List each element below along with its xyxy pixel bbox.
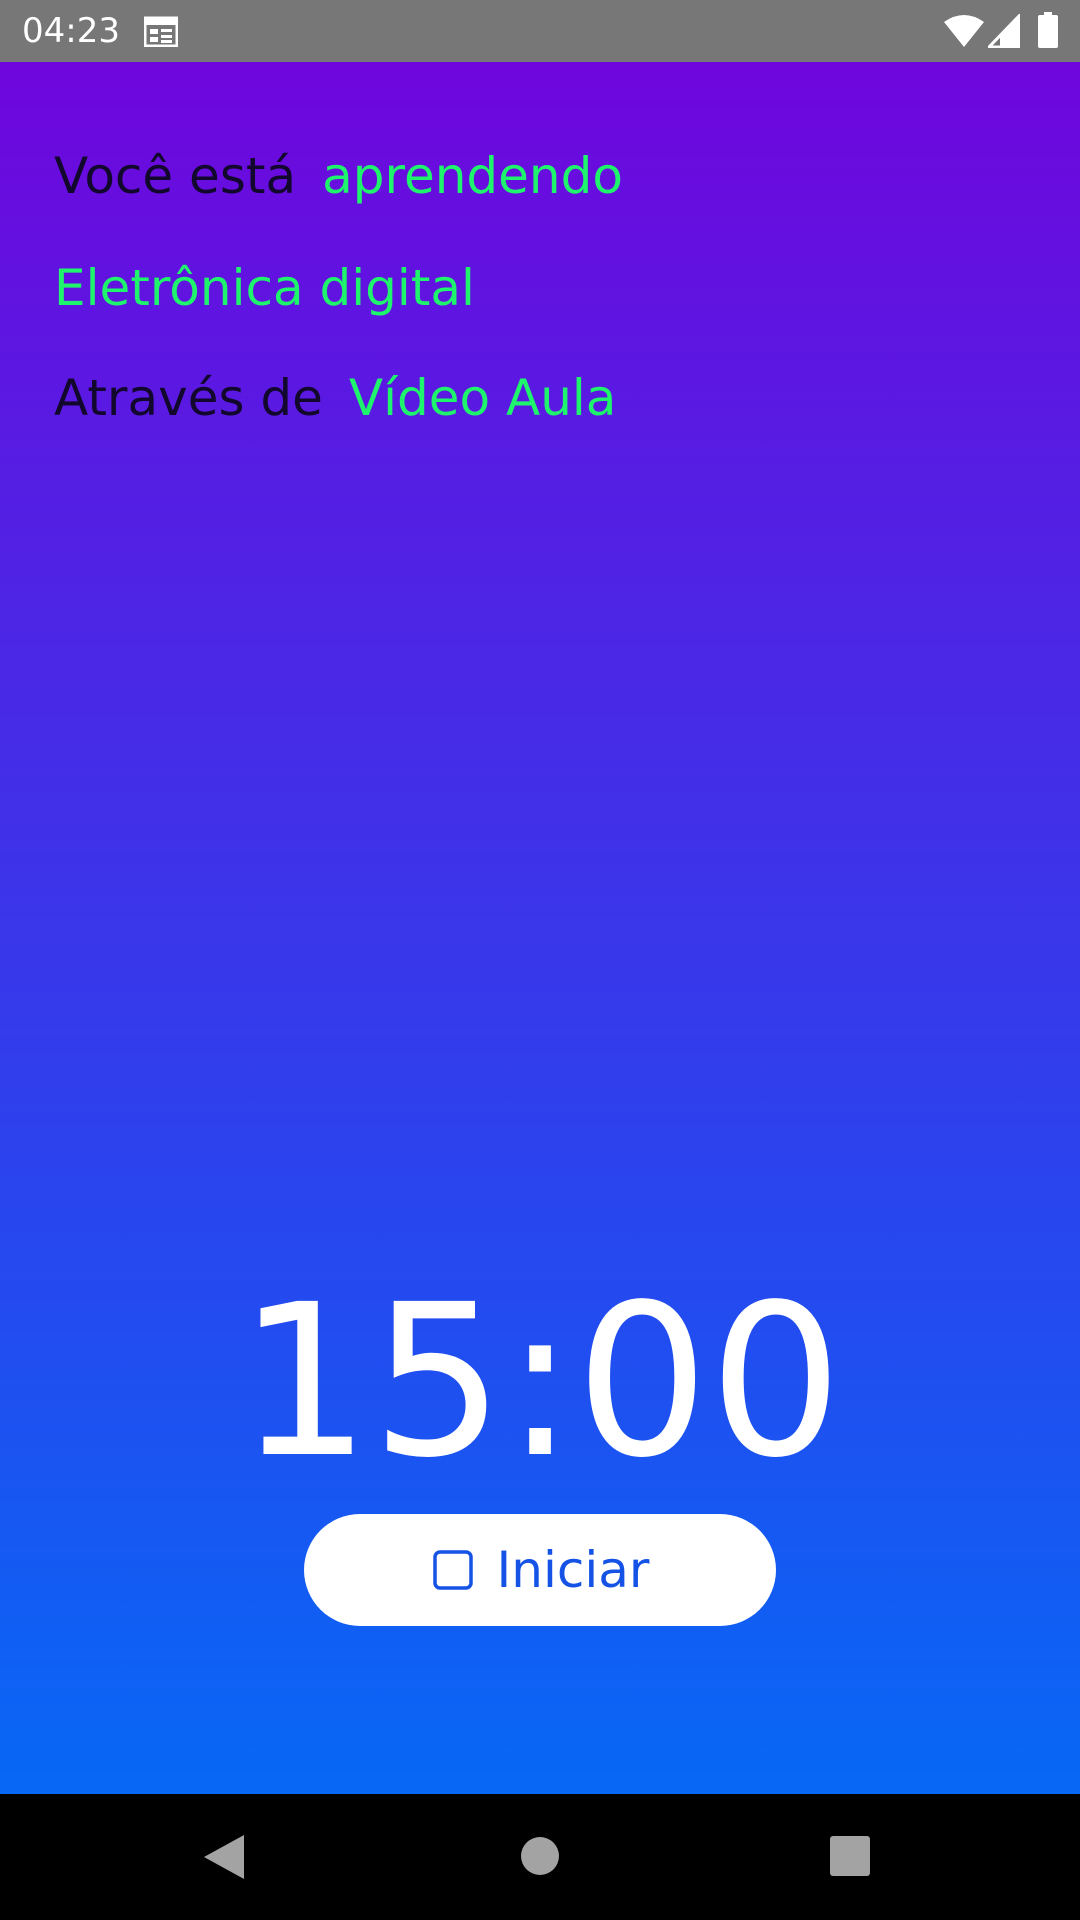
recents-icon[interactable] xyxy=(830,1836,870,1876)
main-content: Você está aprendendo Eletrônica digital A… xyxy=(0,62,1080,1794)
home-icon[interactable] xyxy=(520,1836,560,1876)
learning-status-row: Você está aprendendo xyxy=(54,146,623,206)
screen: 04:23 Você está aprendendo Eletrônica dig xyxy=(0,0,1080,1920)
signal-icon xyxy=(988,14,1020,48)
status-bar: 04:23 xyxy=(0,0,1080,62)
subject-value: Eletrônica digital xyxy=(54,259,475,317)
stop-square-icon xyxy=(432,1550,473,1590)
wifi-icon xyxy=(944,15,984,47)
learning-label: Você está xyxy=(54,147,297,205)
start-button-label: Iniciar xyxy=(496,1541,650,1599)
battery-icon xyxy=(1038,12,1058,48)
calendar-icon xyxy=(144,16,178,47)
learning-value: aprendendo xyxy=(322,147,623,205)
navigation-bar xyxy=(0,1794,1080,1920)
method-row: Através de Vídeo Aula xyxy=(54,368,616,428)
back-icon[interactable] xyxy=(204,1834,246,1880)
method-label: Através de xyxy=(54,369,323,427)
countdown-timer: 15:00 xyxy=(237,1259,843,1504)
subject-row: Eletrônica digital xyxy=(54,258,475,318)
start-button[interactable]: Iniciar xyxy=(304,1514,776,1626)
status-time: 04:23 xyxy=(22,11,120,51)
method-value: Vídeo Aula xyxy=(348,369,617,427)
